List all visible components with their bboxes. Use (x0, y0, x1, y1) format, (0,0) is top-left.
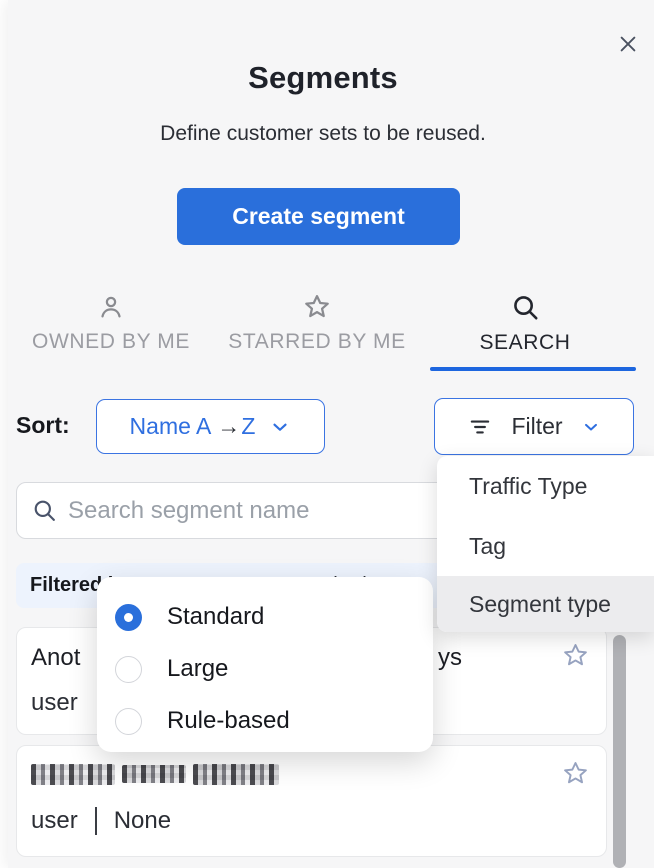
person-icon (96, 292, 126, 322)
tab-search[interactable]: SEARCH (422, 292, 628, 368)
pipe-divider (95, 807, 97, 835)
segment-name-fragment: Anot (31, 644, 80, 672)
sort-label: Sort: (16, 412, 70, 439)
segment-name-fragment: ys (438, 644, 462, 672)
menu-item-segment-type[interactable]: Segment type (437, 576, 654, 632)
star-toggle-button[interactable] (561, 641, 591, 671)
sort-dropdown[interactable]: Name A→Z (96, 399, 325, 454)
radio-option-standard[interactable]: Standard (115, 591, 433, 643)
star-icon (302, 292, 332, 322)
segment-meta: user (31, 689, 78, 717)
redacted-segment-name (31, 762, 279, 786)
sort-value: Name A→Z (130, 413, 256, 440)
segment-list-item[interactable]: userNone (16, 745, 607, 857)
tab-starred-label: STARRED BY ME (228, 330, 405, 354)
tab-starred-by-me[interactable]: STARRED BY ME (214, 292, 420, 368)
segments-modal-screen: Segments Define customer sets to be reus… (0, 0, 654, 868)
create-segment-button[interactable]: Create segment (177, 188, 460, 245)
chevron-down-icon (581, 417, 601, 437)
close-button[interactable] (610, 26, 646, 62)
vertical-scrollbar-thumb[interactable] (613, 635, 626, 868)
page-title: Segments (0, 60, 646, 96)
tab-search-label: SEARCH (479, 331, 570, 355)
menu-item-tag[interactable]: Tag (437, 516, 654, 576)
radio-option-large[interactable]: Large (115, 643, 433, 695)
radio-unselected-icon (115, 656, 142, 683)
page-subtitle: Define customer sets to be reused. (0, 122, 646, 146)
chevron-down-icon (269, 416, 291, 438)
radio-unselected-icon (115, 708, 142, 735)
search-icon (31, 497, 58, 524)
segment-type-popup: Standard Large Rule-based (97, 577, 433, 752)
search-icon (510, 292, 541, 323)
filter-menu: Traffic Type Tag Segment type (437, 456, 654, 632)
close-icon (617, 33, 639, 55)
arrow-right-glyph: → (217, 413, 240, 439)
radio-option-rule-based[interactable]: Rule-based (115, 695, 433, 747)
active-tab-underline (430, 367, 636, 371)
segment-meta: userNone (31, 807, 171, 835)
tab-owned-label: OWNED BY ME (32, 330, 190, 354)
star-toggle-button[interactable] (561, 759, 591, 789)
filter-dropdown-button[interactable]: Filter (434, 398, 634, 455)
filter-button-label: Filter (511, 413, 562, 440)
tab-owned-by-me[interactable]: OWNED BY ME (8, 292, 214, 368)
filter-lines-icon (467, 414, 493, 440)
menu-item-traffic-type[interactable]: Traffic Type (437, 456, 654, 516)
radio-selected-icon (115, 604, 142, 631)
